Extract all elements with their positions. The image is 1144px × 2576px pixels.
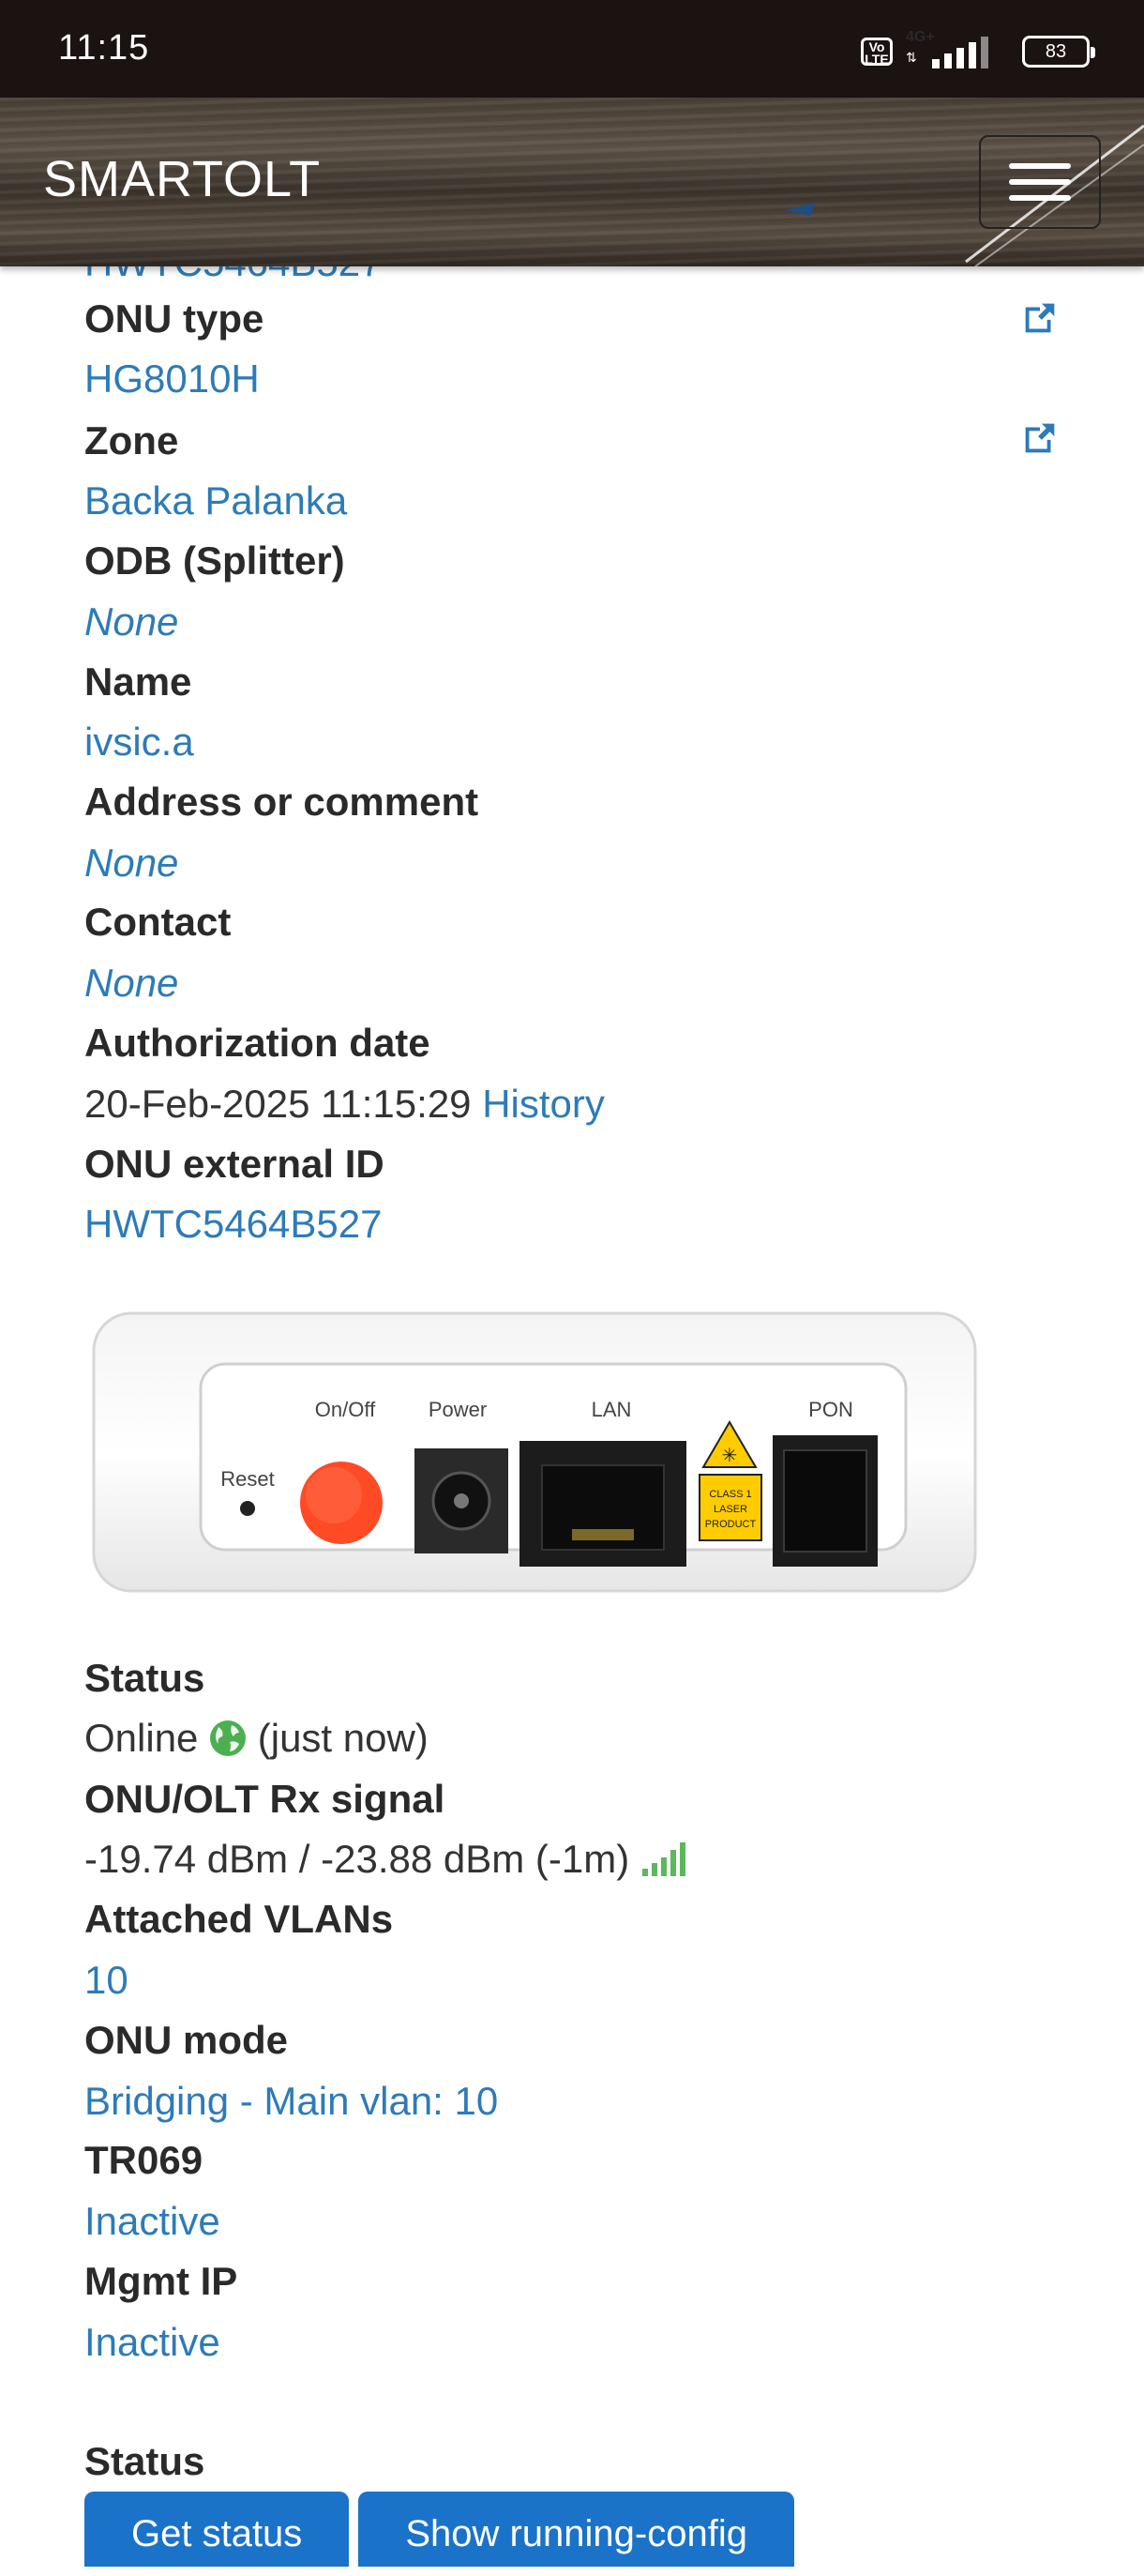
laser-warning-symbol: ✳ bbox=[722, 1444, 738, 1466]
status-row: Online (just now) bbox=[84, 1710, 429, 1766]
zone-label: Zone bbox=[84, 418, 179, 462]
get-status-button[interactable]: Get status bbox=[84, 2492, 350, 2567]
address-label: Address or comment bbox=[84, 780, 479, 824]
onu-mode-label: ONU mode bbox=[84, 2018, 289, 2062]
auth-date-row: 20-Feb-2025 11:15:29 History bbox=[84, 1076, 605, 1132]
lan-label: LAN bbox=[592, 1398, 632, 1421]
onu-type-value[interactable]: HG8010H bbox=[84, 351, 260, 407]
auth-date-value: 20-Feb-2025 11:15:29 bbox=[84, 1082, 472, 1126]
onoff-button-highlight bbox=[306, 1467, 362, 1523]
address-value[interactable]: None bbox=[84, 835, 178, 891]
lan-port-contacts bbox=[572, 1529, 634, 1540]
zone-value[interactable]: Backa Palanka bbox=[84, 473, 347, 529]
tr069-label: TR069 bbox=[84, 2138, 203, 2182]
name-value[interactable]: ivsic.a bbox=[84, 714, 194, 770]
status-suffix: (just now) bbox=[257, 1716, 429, 1760]
external-id-label: ONU external ID bbox=[84, 1142, 384, 1186]
external-id-value[interactable]: HWTC5464B527 bbox=[84, 1196, 382, 1252]
laser-class-line-1: CLASS 1 bbox=[709, 1489, 751, 1500]
onu-mode-value[interactable]: Bridging - Main vlan: 10 bbox=[84, 2073, 498, 2129]
rx-signal-value: -19.74 dBm / -23.88 dBm (-1m) bbox=[84, 1837, 630, 1881]
onoff-label: On/Off bbox=[315, 1398, 376, 1421]
name-label: Name bbox=[84, 659, 192, 704]
odb-label: ODB (Splitter) bbox=[84, 538, 345, 583]
onu-device-image: Reset On/Off Power LAN ✳ CLASS 1 LASER P… bbox=[92, 1311, 977, 1593]
rx-signal-row: -19.74 dBm / -23.88 dBm (-1m) bbox=[84, 1831, 685, 1887]
hamburger-menu-icon[interactable] bbox=[979, 135, 1101, 229]
vlans-value[interactable]: 10 bbox=[84, 1952, 128, 2008]
edit-onu-type-icon[interactable] bbox=[1018, 296, 1061, 340]
reset-label: Reset bbox=[220, 1467, 274, 1491]
rx-signal-label: ONU/OLT Rx signal bbox=[84, 1777, 445, 1821]
status-icons: Vo LTE 4G+ ⇅ 83 bbox=[861, 29, 1095, 73]
top-navbar: SMARTOLT bbox=[0, 98, 1144, 266]
history-link[interactable]: History bbox=[482, 1082, 605, 1126]
contact-value[interactable]: None bbox=[84, 955, 178, 1011]
power-jack-pin bbox=[454, 1493, 469, 1508]
signal-icon: 4G+ ⇅ bbox=[906, 29, 1009, 70]
volte-icon: Vo LTE bbox=[861, 38, 893, 66]
clock: 11:15 bbox=[58, 28, 150, 68]
status-actions: Get status Show running-config bbox=[84, 2492, 794, 2567]
battery-icon: 83 bbox=[1022, 36, 1095, 68]
laser-class-line-2: LASER bbox=[714, 1504, 747, 1515]
cell-bars-icon bbox=[932, 37, 988, 68]
reset-hole bbox=[240, 1501, 255, 1516]
pon-port-opening bbox=[783, 1449, 867, 1553]
mgmt-ip-label: Mgmt IP bbox=[84, 2259, 238, 2303]
signal-strength-icon bbox=[641, 1842, 685, 1876]
pon-label: PON bbox=[808, 1398, 853, 1421]
show-running-config-button[interactable]: Show running-config bbox=[358, 2492, 794, 2567]
brand-logo[interactable]: SMARTOLT bbox=[43, 150, 321, 208]
contact-label: Contact bbox=[84, 900, 232, 944]
system-status-bar: 11:15 Vo LTE 4G+ ⇅ 83 bbox=[0, 0, 1144, 98]
vlans-label: Attached VLANs bbox=[84, 1897, 394, 1941]
power-label: Power bbox=[429, 1398, 487, 1421]
tr069-value[interactable]: Inactive bbox=[84, 2193, 220, 2250]
edit-zone-icon[interactable] bbox=[1018, 417, 1061, 460]
status-label: Status bbox=[84, 1656, 205, 1700]
auth-date-label: Authorization date bbox=[84, 1021, 430, 1065]
status-value: Online bbox=[84, 1716, 199, 1760]
network-type-label: 4G+ bbox=[906, 29, 935, 45]
data-arrows-icon: ⇅ bbox=[906, 50, 917, 65]
mgmt-ip-value[interactable]: Inactive bbox=[84, 2314, 220, 2371]
battery-level: 83 bbox=[1045, 41, 1067, 62]
odb-value[interactable]: None bbox=[84, 594, 178, 650]
globe-online-icon bbox=[210, 1720, 247, 1756]
actions-section-label: Status bbox=[84, 2439, 205, 2483]
laser-class-line-3: PRODUCT bbox=[705, 1519, 757, 1530]
onu-type-label: ONU type bbox=[84, 296, 264, 341]
